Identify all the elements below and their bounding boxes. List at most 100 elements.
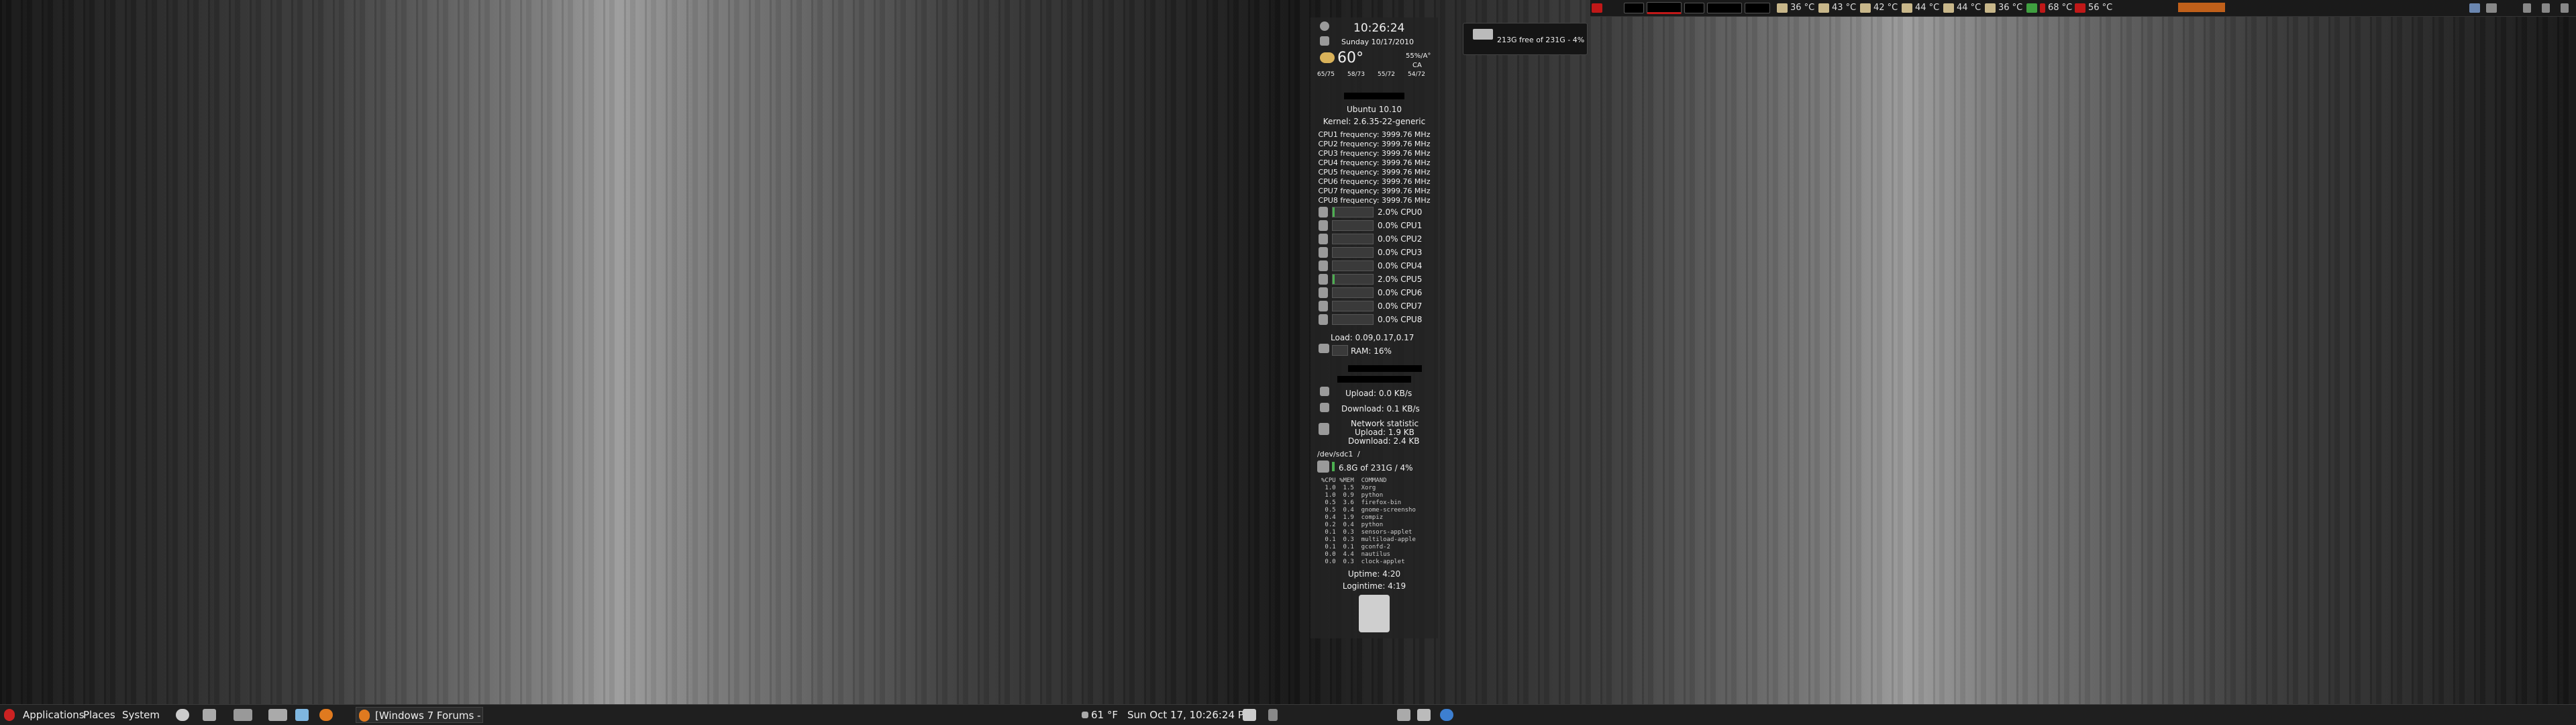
upload-icon (1320, 387, 1329, 396)
conky-date: Sunday 10/17/2010 (1341, 38, 1414, 46)
memory-icon (1319, 344, 1329, 353)
distro-name: Ubuntu 10.10 (1346, 105, 1402, 114)
workspace-icon[interactable] (1397, 709, 1410, 721)
temp-sensor-1[interactable]: 36 °C (1777, 1, 1814, 15)
thermometer-icon (1985, 3, 1996, 13)
cpu-usage-label: 0.0% CPU6 (1378, 288, 1423, 297)
bottom-panel-right (1288, 704, 2576, 725)
temp-sensor-8[interactable]: 56 °C (2075, 1, 2112, 15)
power-icon[interactable] (176, 709, 189, 721)
process-row: 1.0 1.5 Xorg (1321, 485, 1376, 491)
keyboard-icon[interactable] (1243, 709, 1256, 721)
weather-applet-icon[interactable] (1082, 712, 1088, 718)
cpu-usage-label: 0.0% CPU3 (1378, 248, 1423, 257)
process-row: 0.4 1.9 compiz (1321, 514, 1384, 521)
accent-indicator[interactable] (2178, 3, 2225, 12)
cpu-usage-bar (1332, 314, 1374, 325)
headphones-icon[interactable] (203, 709, 216, 721)
disk-usage: 6.8G of 231G / 4% (1339, 463, 1413, 473)
forecast-4: 54/72 (1408, 71, 1425, 78)
upload-speed: Upload: 0.0 KB/s (1345, 389, 1412, 398)
cpu-usage-label: 0.0% CPU7 (1378, 301, 1423, 311)
process-row: 0.1 0.3 multiload-apple (1321, 536, 1416, 543)
session-icon[interactable] (2542, 1, 2553, 15)
firefox-icon (359, 710, 370, 722)
cpu-usage-bar (1332, 247, 1374, 258)
cpu-icon (1319, 274, 1328, 285)
forecast-1: 65/75 (1317, 71, 1335, 78)
bottom-panel-left: Applications Places System [Windows 7 Fo… (0, 704, 1288, 725)
kernel-version: Kernel: 2.6.35-22-generic (1323, 117, 1426, 126)
process-row: 0.0 0.3 clock-applet (1321, 559, 1405, 565)
forecast-3: 55/72 (1378, 71, 1395, 78)
thunderbird-icon[interactable] (1440, 709, 1453, 721)
weather-temp-panel[interactable]: 61 °F (1091, 705, 1118, 725)
cpu-freq-5: CPU5 frequency: 3999.76 MHz (1318, 168, 1431, 177)
temp-sensor-4[interactable]: 44 °C (1902, 1, 1939, 15)
taskbar-window-button[interactable]: [Windows 7 Forums - ... (356, 707, 483, 723)
download-speed: Download: 0.1 KB/s (1341, 404, 1420, 414)
hard-drive-icon (1473, 29, 1493, 40)
files-icon[interactable] (295, 709, 309, 721)
cpu-usage-bar (1332, 220, 1374, 231)
terminal-icon[interactable] (234, 709, 252, 721)
cpu-graph-applet[interactable] (1624, 1, 1773, 15)
power-icon[interactable] (2561, 1, 2571, 15)
cpu-usage-bar (1332, 207, 1374, 218)
temp-sensor-7[interactable]: 68 °C (2026, 1, 2072, 15)
top-panel: 36 °C 43 °C 42 °C 44 °C 44 °C 36 °C 68 °… (1590, 0, 2576, 17)
logintime: Logintime: 4:19 (1342, 581, 1406, 591)
panel-clock[interactable]: Sun Oct 17, 10:26:24 PM (1127, 705, 1253, 725)
applications-menu[interactable]: Applications (23, 705, 85, 725)
process-row: 0.1 0.3 sensors-applet (1321, 529, 1412, 536)
trash-icon[interactable] (1359, 595, 1390, 632)
forecast-2: 58/73 (1347, 71, 1365, 78)
cpu-freq-6: CPU6 frequency: 3999.76 MHz (1318, 177, 1431, 186)
process-row: 0.0 4.4 nautilus (1321, 551, 1390, 558)
weather-icon (1320, 52, 1335, 63)
cpu-icon (1319, 207, 1328, 218)
indicator-icon[interactable] (1592, 1, 1605, 15)
temp-sensor-2[interactable]: 43 °C (1818, 1, 1856, 15)
disk-device: /dev/sdc1 (1317, 450, 1353, 458)
load-average: Load: 0.09,0.17,0.17 (1331, 333, 1414, 342)
uptime: Uptime: 4:20 (1347, 569, 1401, 579)
volume-icon[interactable] (2523, 1, 2534, 15)
network-stat-icon (1319, 423, 1329, 435)
clock-icon (1320, 21, 1329, 31)
cpu-usage-label: 0.0% CPU8 (1378, 315, 1423, 324)
net-title: Network statistic (1351, 419, 1419, 428)
cpu-usage-bar (1332, 260, 1374, 271)
download-icon (1320, 403, 1329, 412)
process-header: %CPU %MEM COMMAND (1321, 477, 1387, 484)
places-menu[interactable]: Places (83, 705, 115, 725)
display-icon[interactable] (2486, 1, 2500, 15)
disk-widget[interactable]: 213G free of 231G - 4% (1463, 23, 1588, 55)
network-icon[interactable] (2469, 1, 2483, 15)
cpu-freq-7: CPU7 frequency: 3999.76 MHz (1318, 187, 1431, 195)
system-menu[interactable]: System (122, 705, 160, 725)
net-upload: Upload: 1.9 KB (1355, 428, 1414, 437)
firefox-icon[interactable] (319, 709, 333, 721)
ram-usage: RAM: 16% (1351, 346, 1392, 356)
temp-sensor-3[interactable]: 42 °C (1860, 1, 1898, 15)
process-table: %CPU %MEM COMMAND 1.0 1.5 Xorg 1.0 0.9 p… (1321, 477, 1416, 566)
disk-free-text: 213G free of 231G - 4% (1497, 36, 1585, 44)
temp-sensor-6[interactable]: 36 °C (1985, 1, 2022, 15)
redacted-block (1344, 93, 1404, 99)
cpu-freq-1: CPU1 frequency: 3999.76 MHz (1318, 130, 1431, 139)
cpu-usage-bar (1332, 287, 1374, 298)
ram-bar (1332, 345, 1348, 356)
disk-icon (1317, 461, 1329, 473)
cpu-usage-bar (1332, 301, 1374, 311)
cpu-icon (1319, 234, 1328, 244)
cpu-usage-bar (1332, 274, 1374, 285)
notes-icon[interactable] (1268, 709, 1278, 721)
temp-sensor-5[interactable]: 44 °C (1943, 1, 1981, 15)
desktop-wallpaper-left (0, 0, 1288, 724)
thermometer-icon (1943, 3, 1954, 13)
ubuntu-logo-icon[interactable] (4, 709, 15, 721)
screenshot-icon[interactable] (268, 709, 287, 721)
trash-panel-icon[interactable] (1417, 709, 1431, 721)
net-download: Download: 2.4 KB (1348, 436, 1420, 446)
